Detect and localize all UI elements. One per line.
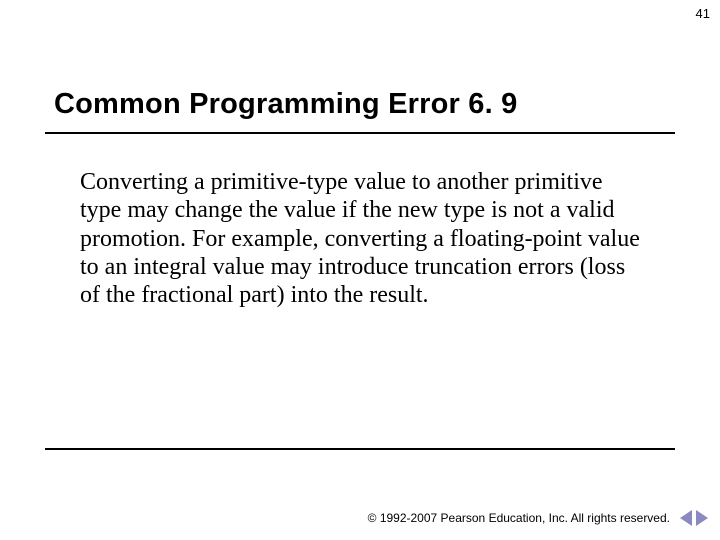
- slide: 41 Common Programming Error 6. 9 Convert…: [0, 0, 720, 540]
- divider-top: [45, 132, 675, 134]
- footer: © 1992-2007 Pearson Education, Inc. All …: [368, 510, 708, 526]
- prev-slide-icon[interactable]: [680, 510, 692, 526]
- copyright-text: © 1992-2007 Pearson Education, Inc. All …: [368, 511, 670, 525]
- slide-title: Common Programming Error 6. 9: [54, 88, 517, 121]
- page-number: 41: [696, 6, 710, 21]
- nav-controls: [680, 510, 708, 526]
- divider-bottom: [45, 448, 675, 450]
- body-text: Converting a primitive-type value to ano…: [80, 168, 640, 310]
- next-slide-icon[interactable]: [696, 510, 708, 526]
